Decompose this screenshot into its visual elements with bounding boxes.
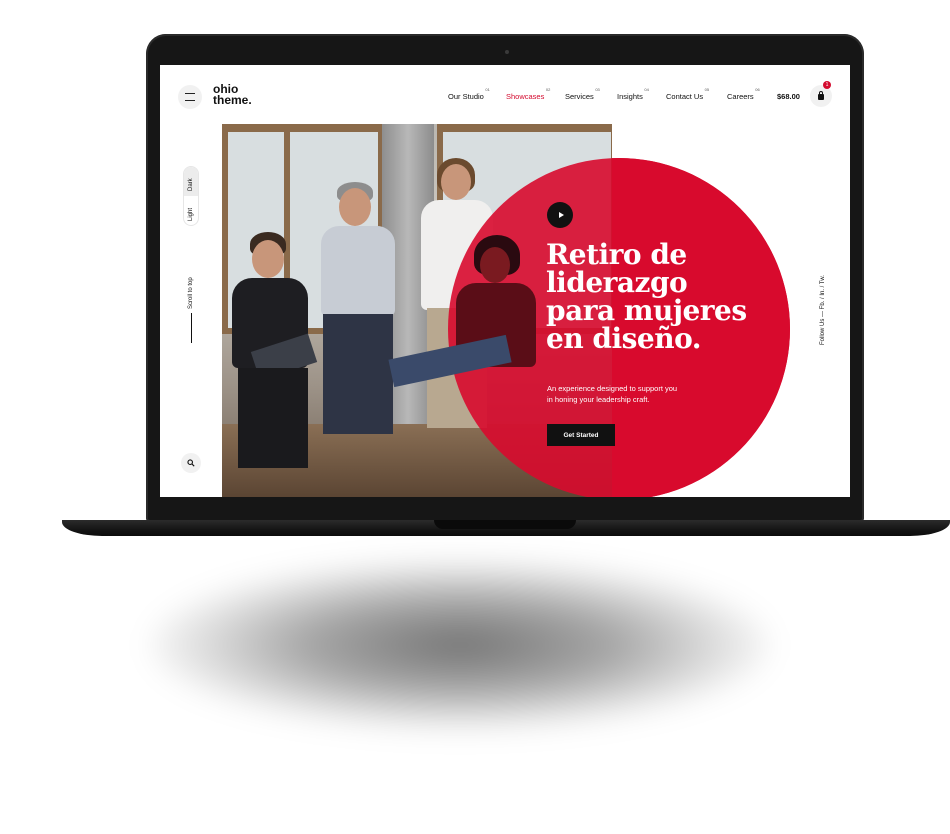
scroll-indicator-line [191,313,192,343]
nav-contact-us[interactable]: 05 Contact Us [666,87,709,101]
nav-number: 01 [485,87,490,92]
search-icon [187,459,195,467]
hero-title-line: para mujeres [546,294,747,327]
theme-light-label[interactable]: Light [188,208,194,221]
hero-title-line: Retiro de [546,238,687,271]
hero-title-line: en diseño. [546,322,702,355]
nav-number: 03 [595,87,600,92]
nav-label: Services [565,92,594,101]
nav-careers[interactable]: 06 Careers [727,87,760,101]
cart-count-badge: 1 [823,81,831,89]
nav-services[interactable]: 03 Services [565,87,600,101]
main-nav: 01 Our Studio 02 Showcases 03 Services 0… [160,87,850,109]
hero-title-line: liderazgo [546,266,688,299]
nav-number: 06 [755,87,760,92]
theme-dark-label[interactable]: Dark [188,178,194,191]
nav-insights[interactable]: 04 Insights [617,87,649,101]
hero-subtitle-line: An experience designed to support you [547,384,678,393]
website-screen: ohio theme. 01 Our Studio 02 Showcases 0… [160,65,850,497]
nav-label: Contact Us [666,92,704,101]
laptop-camera [505,50,509,54]
nav-number: 02 [545,87,551,92]
play-video-button[interactable] [547,202,573,228]
scroll-to-top-link[interactable]: Scroll to top [188,277,194,309]
nav-label: Showcases [506,92,545,101]
cart-total[interactable]: $68.00 [777,92,800,101]
laptop-notch [434,520,576,529]
hero-subtitle-line: in honing your leadership craft. [547,395,650,404]
get-started-button[interactable]: Get Started [547,424,615,446]
nav-number: 04 [644,87,649,92]
nav-label: Insights [617,92,643,101]
nav-label: Our Studio [448,92,484,101]
nav-showcases[interactable]: 02 Showcases [506,87,550,101]
photo-person [317,182,417,482]
nav-number: 05 [704,87,710,92]
social-links[interactable]: Follow Us — Fb. / In. / Tw. [820,275,826,345]
nav-our-studio[interactable]: 01 Our Studio [448,87,490,101]
nav-label: Careers [727,92,754,101]
laptop-shadow [150,560,770,730]
cart-icon [818,91,824,100]
search-button[interactable] [181,453,201,473]
hero-title: Retiro de liderazgo para mujeres en dise… [546,241,806,353]
hero-subtitle: An experience designed to support you in… [547,383,727,405]
play-icon [558,212,564,218]
